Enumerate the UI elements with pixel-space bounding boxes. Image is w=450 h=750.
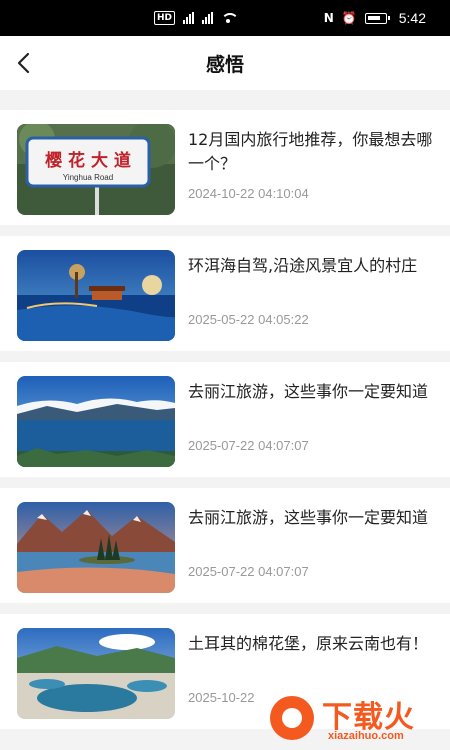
clock: 5:42 (398, 10, 426, 26)
article-date: 2025-07-22 04:07:07 (188, 438, 309, 453)
article-card[interactable]: 环洱海自驾,沿途风景宜人的村庄 2025-05-22 04:05:22 (0, 236, 450, 351)
hd-indicator: HD (154, 11, 176, 25)
article-title: 12月国内旅行地推荐，你最想去哪一个？ (188, 130, 433, 173)
terraced-pools-image (17, 628, 175, 719)
article-thumbnail (17, 628, 175, 719)
article-date: 2024-10-22 04:10:04 (188, 186, 309, 201)
blue-lake-image (17, 376, 175, 467)
flame-logo-icon (270, 696, 314, 740)
article-date: 2025-10-22 (188, 690, 255, 705)
page-title: 感悟 (205, 53, 244, 76)
article-date: 2025-05-22 04:05:22 (188, 312, 309, 327)
signal-4g-icon (202, 12, 214, 24)
article-thumbnail (17, 250, 175, 341)
watermark-logo: 下载火 xiazaihuo.com (266, 688, 450, 750)
article-title: 土耳其的棉花堡，原来云南也有！ (188, 634, 429, 653)
article-card[interactable]: 樱 花 大 道 Yinghua Road 12月国内旅行地推荐，你最想去哪一个？… (0, 110, 450, 225)
alarm-icon: ⏰ (341, 11, 357, 25)
mountain-lake-image (17, 502, 175, 593)
status-right: N ⏰ 5:42 (324, 10, 426, 26)
battery-icon (364, 12, 390, 24)
wifi-icon (221, 13, 240, 23)
status-indicators: HD (154, 11, 240, 25)
article-date: 2025-07-22 04:07:07 (188, 564, 309, 579)
article-list: 樱 花 大 道 Yinghua Road 12月国内旅行地推荐，你最想去哪一个？… (0, 110, 450, 740)
app-header: 感悟 (0, 36, 450, 90)
article-thumbnail (17, 502, 175, 593)
watermark-url: xiazaihuo.com (328, 730, 404, 742)
sign-subtext: Yinghua Road (63, 173, 113, 182)
article-card[interactable]: 去丽江旅游，这些事你一定要知道 2025-07-22 04:07:07 (0, 488, 450, 603)
lakeside-village-image (17, 250, 175, 341)
nfc-icon: N (323, 11, 334, 25)
status-bar: HD N ⏰ 5:42 (0, 0, 450, 36)
road-sign-image: 樱 花 大 道 Yinghua Road (17, 124, 175, 215)
back-button[interactable] (10, 48, 40, 78)
article-thumbnail (17, 376, 175, 467)
article-title: 去丽江旅游，这些事你一定要知道 (188, 508, 429, 527)
sign-text: 樱 花 大 道 (45, 150, 131, 171)
article-thumbnail: 樱 花 大 道 Yinghua Road (17, 124, 175, 215)
signal-5g-icon (183, 12, 195, 24)
article-card[interactable]: 去丽江旅游，这些事你一定要知道 2025-07-22 04:07:07 (0, 362, 450, 477)
chevron-left-icon (17, 52, 30, 74)
article-title: 环洱海自驾,沿途风景宜人的村庄 (188, 256, 418, 275)
article-title: 去丽江旅游，这些事你一定要知道 (188, 382, 429, 401)
